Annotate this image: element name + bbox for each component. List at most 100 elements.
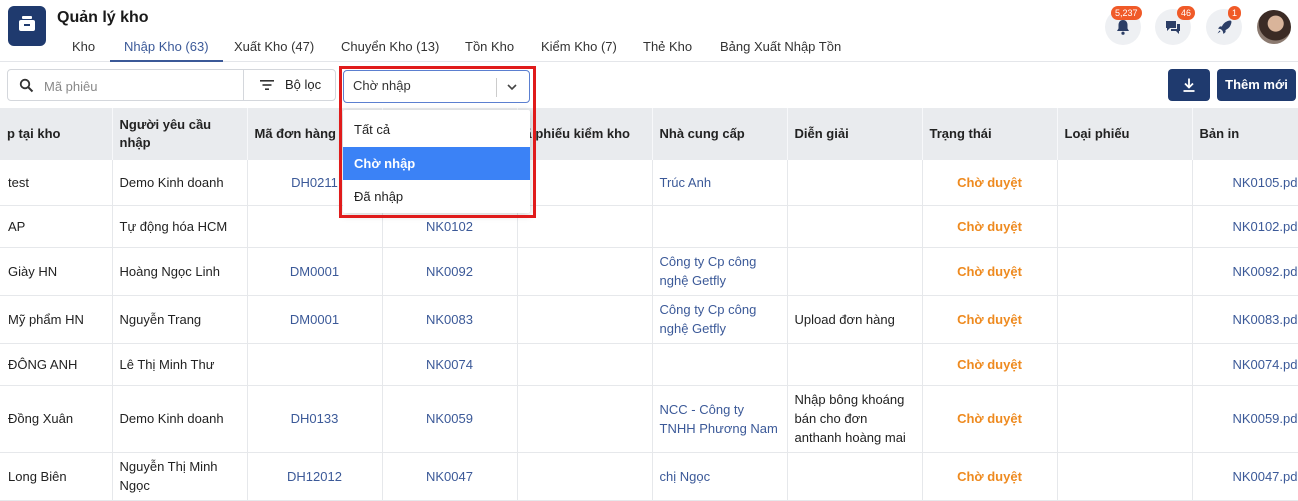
cell-kho: AP	[0, 205, 113, 248]
notifications-badge: 5,237	[1111, 6, 1142, 20]
cell-loai	[1057, 385, 1193, 453]
cell-dien	[787, 343, 923, 386]
print-file-link[interactable]: NK0092.pd	[1192, 247, 1298, 296]
cell-don-link[interactable]: DM0001	[247, 295, 383, 344]
download-button[interactable]	[1168, 69, 1210, 101]
cell-nguoi: Lê Thị Minh Thư	[112, 343, 248, 386]
toolbar: Bộ lọc	[0, 62, 1298, 108]
print-file-link[interactable]: NK0059.pd	[1192, 385, 1298, 453]
cell-ncc-link[interactable]: Trúc Anh	[652, 160, 788, 206]
cell-ncc-link[interactable]: chị Ngọc	[652, 452, 788, 501]
status-badge: Chờ duyệt	[922, 160, 1058, 206]
table-row[interactable]: AP Tự động hóa HCM NK0102 Chờ duyệt NK01…	[0, 205, 1298, 248]
messages-badge: 46	[1177, 6, 1196, 20]
table-row[interactable]: Giày HN Hoàng Ngọc Linh DM0001 NK0092 Cô…	[0, 247, 1298, 296]
cell-dien	[787, 160, 923, 206]
status-badge: Chờ duyệt	[922, 205, 1058, 248]
download-icon	[1183, 78, 1195, 92]
select-divider	[496, 78, 497, 97]
rocket-badge: 1	[1228, 6, 1242, 20]
cell-don-link[interactable]	[247, 343, 383, 386]
table-row[interactable]: Mỹ phẩm HN Nguyễn Trang DM0001 NK0083 Cô…	[0, 295, 1298, 344]
print-file-link[interactable]: NK0074.pd	[1192, 343, 1298, 386]
col-header-trang-thai: Trạng thái	[922, 108, 1058, 160]
cell-loai	[1057, 452, 1193, 501]
cell-kiem	[517, 247, 653, 296]
cell-kiem	[517, 295, 653, 344]
status-badge: Chờ duyệt	[922, 247, 1058, 296]
table-row[interactable]: Đồng Xuân Demo Kinh doanh DH0133 NK0059 …	[0, 385, 1298, 453]
cell-phieu-link[interactable]: NK0092	[382, 247, 518, 296]
cell-ncc-link[interactable]: NCC - Công ty TNHH Phương Nam	[652, 385, 788, 453]
tab-xuat-kho[interactable]: Xuất Kho (47)	[220, 38, 328, 62]
receipts-table: p tại kho Người yêu cầu nhập Mã đơn hàng…	[0, 108, 1298, 501]
cell-don-link[interactable]: DM0001	[247, 247, 383, 296]
cell-nguoi: Nguyễn Trang	[112, 295, 248, 344]
print-file-link[interactable]: NK0083.pd	[1192, 295, 1298, 344]
table-row[interactable]: ĐÔNG ANH Lê Thị Minh Thư NK0074 Chờ duyệ…	[0, 343, 1298, 386]
status-badge: Chờ duyệt	[922, 452, 1058, 501]
cell-phieu-link[interactable]: NK0047	[382, 452, 518, 501]
tab-the-kho[interactable]: Thẻ Kho	[629, 38, 706, 62]
print-file-link[interactable]: NK0047.pd	[1192, 452, 1298, 501]
messages-button[interactable]: 46	[1155, 6, 1196, 45]
search-input[interactable]	[44, 76, 234, 96]
cell-phieu-link[interactable]: NK0074	[382, 343, 518, 386]
cell-dien: Nhập bông khoáng bán cho đơn anthanh hoà…	[787, 385, 923, 453]
print-file-link[interactable]: NK0102.pd	[1192, 205, 1298, 248]
tab-chuyen-kho[interactable]: Chuyển Kho (13)	[327, 38, 453, 62]
cell-kho: test	[0, 160, 113, 206]
table-row[interactable]: test Demo Kinh doanh DH0211 Trúc Anh Chờ…	[0, 160, 1298, 206]
cell-nguoi: Demo Kinh doanh	[112, 160, 248, 206]
cell-ncc-link[interactable]: Công ty Cp công nghệ Getfly	[652, 295, 788, 344]
search-icon	[19, 78, 34, 93]
status-dropdown-menu: Tất cả Chờ nhập Đã nhập	[343, 110, 530, 213]
tab-kho[interactable]: Kho	[58, 38, 109, 62]
cell-nguoi: Hoàng Ngọc Linh	[112, 247, 248, 296]
add-new-button[interactable]: Thêm mới	[1217, 69, 1296, 101]
cell-loai	[1057, 205, 1193, 248]
cell-kho: ĐÔNG ANH	[0, 343, 113, 386]
cell-don-link[interactable]: DH0133	[247, 385, 383, 453]
print-file-link[interactable]: NK0105.pd	[1192, 160, 1298, 206]
user-avatar[interactable]	[1257, 10, 1291, 44]
cell-phieu-link[interactable]: NK0059	[382, 385, 518, 453]
dropdown-option-all[interactable]: Tất cả	[343, 113, 530, 146]
chevron-down-icon[interactable]	[506, 81, 518, 93]
cell-nguoi: Demo Kinh doanh	[112, 385, 248, 453]
tab-bang-xuat-nhap-ton[interactable]: Bảng Xuất Nhập Tồn	[706, 38, 855, 62]
cell-ncc-link[interactable]: Công ty Cp công nghệ Getfly	[652, 247, 788, 296]
cell-kiem	[517, 385, 653, 453]
table-header: p tại kho Người yêu cầu nhập Mã đơn hàng…	[0, 108, 1298, 160]
cell-loai	[1057, 343, 1193, 386]
col-header-ban-in: Bản in	[1192, 108, 1298, 160]
bell-icon	[1117, 20, 1129, 35]
cell-nguoi: Nguyễn Thị Minh Ngọc	[112, 452, 248, 501]
cell-ncc-link[interactable]	[652, 205, 788, 248]
rocket-icon	[1217, 20, 1232, 34]
dropdown-option-pending[interactable]: Chờ nhập	[343, 147, 530, 180]
cell-ncc-link[interactable]	[652, 343, 788, 386]
status-select[interactable]: Chờ nhập	[343, 70, 530, 103]
cell-kho: Long Biên	[0, 452, 113, 501]
col-header-kho: p tại kho	[0, 108, 113, 160]
tab-kiem-kho[interactable]: Kiểm Kho (7)	[527, 38, 631, 62]
tab-nhap-kho[interactable]: Nhập Kho (63)	[110, 38, 223, 62]
cell-dien	[787, 205, 923, 248]
dropdown-option-received[interactable]: Đã nhập	[343, 180, 530, 213]
table-row[interactable]: Long Biên Nguyễn Thị Minh Ngọc DH12012 N…	[0, 452, 1298, 501]
cell-don-link[interactable]: DH12012	[247, 452, 383, 501]
app-logo[interactable]	[8, 6, 46, 46]
cell-kiem	[517, 160, 653, 206]
cell-kiem	[517, 205, 653, 248]
cell-kho: Mỹ phẩm HN	[0, 295, 113, 344]
status-select-value: Chờ nhập	[353, 78, 411, 93]
cell-kiem	[517, 452, 653, 501]
warehouse-box-icon	[19, 16, 35, 31]
notifications-button[interactable]: 5,237	[1105, 6, 1142, 45]
filter-button[interactable]: Bộ lọc	[243, 69, 336, 101]
cell-phieu-link[interactable]: NK0083	[382, 295, 518, 344]
rocket-button[interactable]: 1	[1206, 6, 1242, 45]
tab-ton-kho[interactable]: Tồn Kho	[451, 38, 528, 62]
col-header-ma-phieu-kiem-kho: ã phiếu kiểm kho	[517, 108, 653, 160]
